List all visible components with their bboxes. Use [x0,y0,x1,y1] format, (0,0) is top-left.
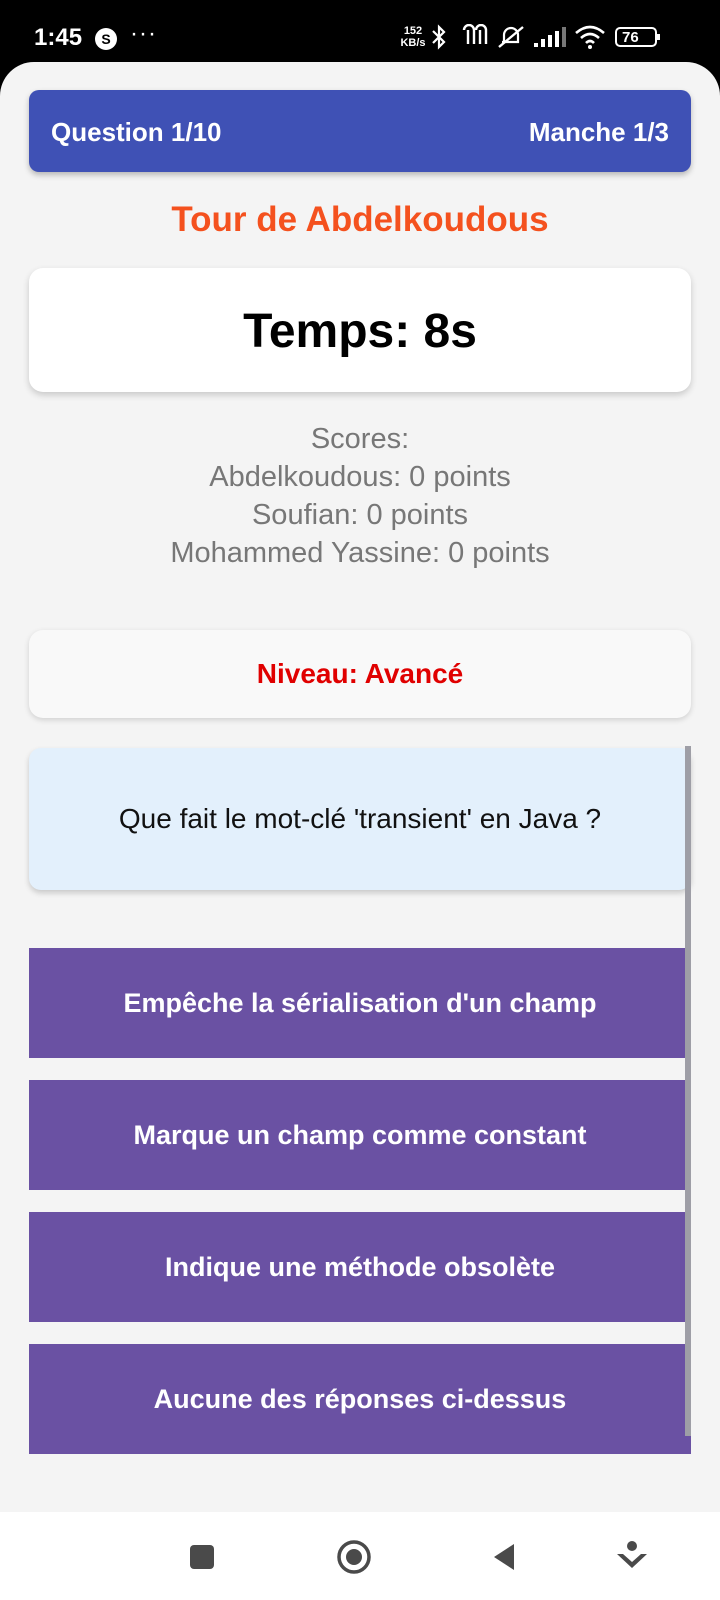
assistant-icon[interactable] [607,1532,657,1582]
scrollbar[interactable] [685,746,691,1436]
home-circle-icon[interactable] [329,1532,379,1582]
timer-card: Temps: 8s [29,268,691,392]
phone-screen: 1:45 S ··· 152 KB/s 76 Question 1/10 Man… [0,0,720,1600]
question-text: Que fait le mot-clé 'transient' en Java … [118,803,602,834]
bluetooth-icon [432,24,446,50]
signal-strength-icon [534,27,566,47]
answer-button[interactable]: Empêche la sérialisation d'un champ [29,948,691,1058]
level-text: Niveau: Avancé [256,658,464,689]
player-score: Soufian: 0 points [251,499,469,531]
player-score: Mohammed Yassine: 0 points [170,537,550,569]
level-card: Niveau: Avancé [29,630,691,718]
recents-square-icon[interactable] [177,1532,227,1582]
timer-text: Temps: 8s [243,305,477,358]
scores-heading: Scores: [310,423,410,455]
network-speed: 152 KB/s [400,25,426,49]
status-bar: 1:45 S ··· 152 KB/s 76 [0,0,720,62]
question-counter: Question 1/10 [51,117,222,147]
scores-list: Scores: Abdelkoudous: 0 points Soufian: … [0,420,720,572]
wifi-icon [575,25,605,49]
answer-button[interactable]: Aucune des réponses ci-dessus [29,1344,691,1454]
earbuds-icon [462,24,488,44]
quiz-screen: Question 1/10 Manche 1/3 Tour de Abdelko… [0,62,720,1512]
network-speed-value: 152 [403,25,423,37]
answer-button[interactable]: Marque un champ comme constant [29,1080,691,1190]
battery-level: 76 [622,29,639,46]
network-speed-unit: KB/s [400,37,426,49]
notification-app-icon: S [95,28,117,50]
muted-bell-icon [498,26,524,48]
answer-button[interactable]: Indique une méthode obsolète [29,1212,691,1322]
status-time: 1:45 [34,24,83,51]
round-counter: Manche 1/3 [528,117,669,147]
question-scroll-area[interactable]: Que fait le mot-clé 'transient' en Java … [0,746,720,1512]
player-score: Abdelkoudous: 0 points [209,461,511,493]
more-notifications-icon: ··· [130,20,157,47]
player-turn-title: Tour de Abdelkoudous [171,200,549,239]
back-triangle-icon[interactable] [480,1532,530,1582]
quiz-header: Question 1/10 Manche 1/3 [29,90,691,172]
navigation-bar [0,1512,720,1600]
question-card: Que fait le mot-clé 'transient' en Java … [29,748,691,890]
